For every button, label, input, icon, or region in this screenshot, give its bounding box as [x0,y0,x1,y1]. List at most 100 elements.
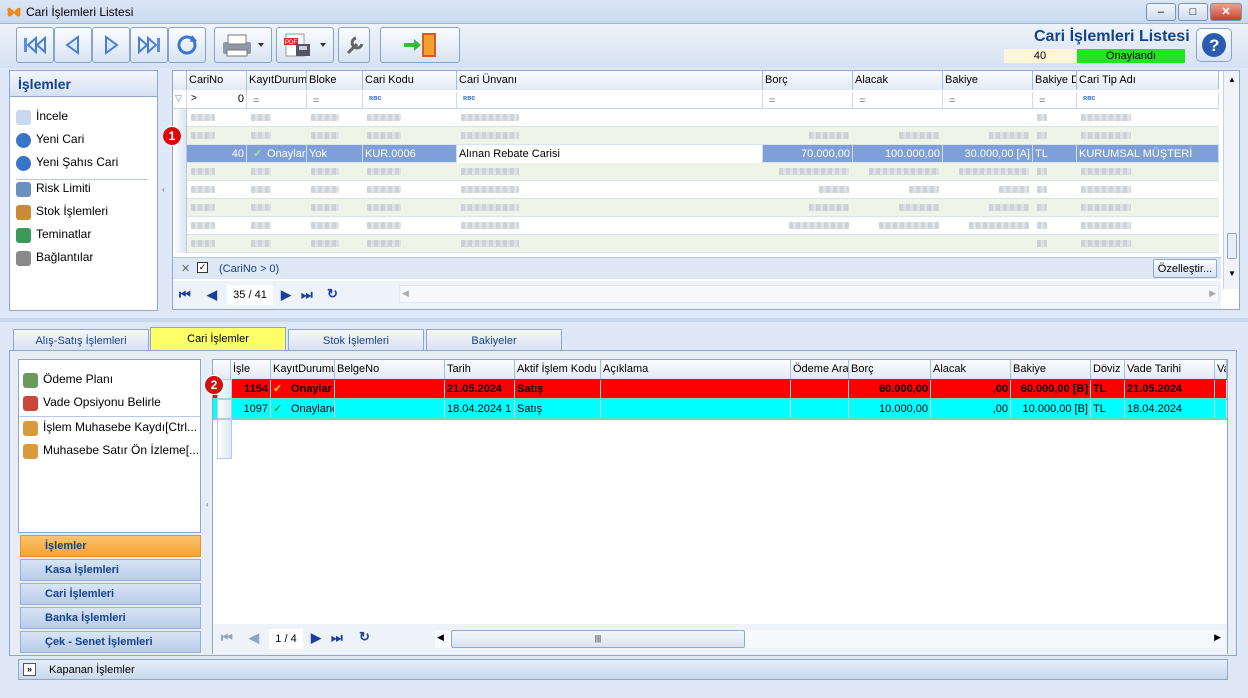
group-3[interactable]: Banka İşlemleri [20,607,201,629]
selected-alacak[interactable]: 100.000,00 [853,145,943,163]
selected-doviz[interactable]: TL [1033,145,1077,163]
settings-button[interactable] [338,27,370,63]
bnav-refresh-icon[interactable]: ↻ [359,629,370,645]
menu-item-5[interactable]: Teminatlar [16,227,91,247]
cell-bakiye[interactable]: 10.000,00 [B] [1011,400,1091,418]
empty-cell[interactable] [601,380,791,398]
cell-doviz[interactable]: TL [1091,400,1125,418]
selected-bakiye[interactable]: 30.000,00 [A] [943,145,1033,163]
cell-kod[interactable]: Satış [515,400,601,418]
selected-kod[interactable]: KUR.0006 [363,145,457,163]
col-header-0[interactable]: CariNo [187,71,247,90]
selected-unvan[interactable]: Alınan Rebate Carisi [457,145,763,163]
tab-3[interactable]: Bakiyeler [426,329,562,351]
empty-cell[interactable] [1215,400,1227,418]
col-header-7[interactable]: Bakiye [943,71,1033,90]
filter-equals-icon[interactable]: = [947,92,1033,110]
menu-item-4[interactable]: Stok İşlemleri [16,204,108,224]
row-indicator[interactable] [173,145,187,163]
clear-filter-icon[interactable]: ✕ [181,262,190,275]
empty-cell[interactable] [601,400,791,418]
horizontal-scrollbar[interactable]: ◀ ▶ [399,285,1219,303]
col-header-6[interactable]: Alacak [853,71,943,90]
filter-equals-icon[interactable]: = [311,92,363,110]
bcol-header-7[interactable]: Borç [849,360,931,379]
tab-0[interactable]: Alış-Satış İşlemleri [13,329,149,351]
last-record-button[interactable] [130,27,168,63]
bcol-header-3[interactable]: Tarih [445,360,515,379]
bcol-header-10[interactable]: Döviz [1091,360,1125,379]
bcol-header-4[interactable]: Aktif İşlem Kodu [515,360,601,379]
group-4[interactable]: Çek - Senet İşlemleri [20,631,201,653]
filter-enabled-checkbox[interactable]: ✓ [197,262,208,273]
bcol-header-6[interactable]: Ödeme Ara [791,360,849,379]
col-header-1[interactable]: KayıtDurumu [247,71,307,90]
menu-item-0[interactable]: İncele [16,109,68,129]
row-indicator[interactable] [173,235,187,253]
cell-no[interactable]: 1097 [231,400,271,418]
table-row[interactable] [173,235,1219,253]
bnav-first-icon[interactable]: ⏮ [221,630,233,646]
expand-icon[interactable]: » [23,663,36,676]
empty-cell[interactable] [335,400,445,418]
side-menu-item-2[interactable]: İşlem Muhasebe Kaydı[Ctrl... [23,420,197,440]
scroll-down-icon[interactable]: ▼ [1228,269,1236,278]
bcol-header-9[interactable]: Bakiye [1011,360,1091,379]
menu-item-3[interactable]: Risk Limiti [16,181,91,201]
scrollbar-thumb[interactable] [1227,233,1237,259]
transaction-row[interactable]: 1097 Onaylanc 18.04.2024 1 Satış 10.000,00,0… [213,399,1227,419]
cell-vade[interactable]: 18.04.2024 [1125,400,1215,418]
cell-no[interactable]: 1154 [231,380,271,398]
table-row[interactable] [173,127,1219,145]
transaction-row[interactable]: 1154 Onaylar 21.05.2024 Satış 60.000,00,00 60… [213,379,1227,399]
bnav-prev-icon[interactable]: ◀ [249,630,259,646]
side-menu-item-1[interactable]: Vade Opsiyonu Belirle [23,395,161,415]
previous-record-button[interactable] [54,27,92,63]
filter-equals-icon[interactable]: = [857,92,943,110]
filter-row[interactable]: ▽ 0 > = = = = = = ʀʙᴄ ʀʙᴄ ʀʙᴄ [173,90,1219,110]
bcol-header-1[interactable]: KayıtDurumu [271,360,335,379]
group-0[interactable]: İşlemler [20,535,201,557]
cell-borc[interactable]: 10.000,00 [849,400,931,418]
refresh-button[interactable] [168,27,206,63]
col-header-8[interactable]: Bakiye D [1033,71,1077,90]
bnav-last-icon[interactable]: ⏭ [331,630,343,646]
empty-cell[interactable] [791,400,849,418]
selected-borc[interactable]: 70.000,00 [763,145,853,163]
bscrollbar-thumb[interactable]: ||| [451,630,745,648]
side-menu-item-0[interactable]: Ödeme Planı [23,372,113,392]
help-button[interactable]: ? [1196,28,1232,62]
collapse-side-icon[interactable]: ‹ [206,500,209,509]
table-row[interactable] [173,199,1219,217]
bcol-header-0[interactable]: İşle [231,360,271,379]
empty-cell[interactable] [791,380,849,398]
filter-text-icon[interactable]: ʀʙᴄ [1081,92,1219,110]
cell-bakiye[interactable]: 60.000,00 [B] [1011,380,1091,398]
exit-button[interactable] [380,27,460,63]
table-row[interactable] [173,181,1219,199]
empty-cell[interactable] [1215,380,1227,398]
group-2[interactable]: Cari İşlemleri [20,583,201,605]
filter-text-icon[interactable]: ʀʙᴄ [367,92,457,110]
table-row[interactable] [173,217,1219,235]
bcol-header-12[interactable]: Va [1215,360,1227,379]
cell-alacak[interactable]: ,00 [931,400,1011,418]
close-button[interactable]: ✕ [1210,3,1242,21]
bcol-header-5[interactable]: Açıklama [601,360,791,379]
table-row[interactable] [173,163,1219,181]
nav-last-icon[interactable]: ⏭ [301,287,313,303]
bcol-header-11[interactable]: Vade Tarihi [1125,360,1215,379]
selected-bloke[interactable]: Yok [307,145,363,163]
cell-tarih[interactable]: 21.05.2024 [445,380,515,398]
filter-equals-icon[interactable]: = [767,92,853,110]
row-indicator[interactable] [173,181,187,199]
side-menu-item-3[interactable]: Muhasebe Satır Ön İzleme[... [23,443,199,463]
nav-next-icon[interactable]: ▶ [281,287,291,303]
col-header-2[interactable]: Bloke [307,71,363,90]
nav-refresh-icon[interactable]: ↻ [327,286,338,302]
cell-kod[interactable]: Satış [515,380,601,398]
col-header-5[interactable]: Borç [763,71,853,90]
bcol-header-2[interactable]: BelgeNo [335,360,445,379]
filter-expression[interactable]: (CariNo > 0) [219,263,279,275]
tab-2[interactable]: Stok İşlemleri [288,329,424,351]
